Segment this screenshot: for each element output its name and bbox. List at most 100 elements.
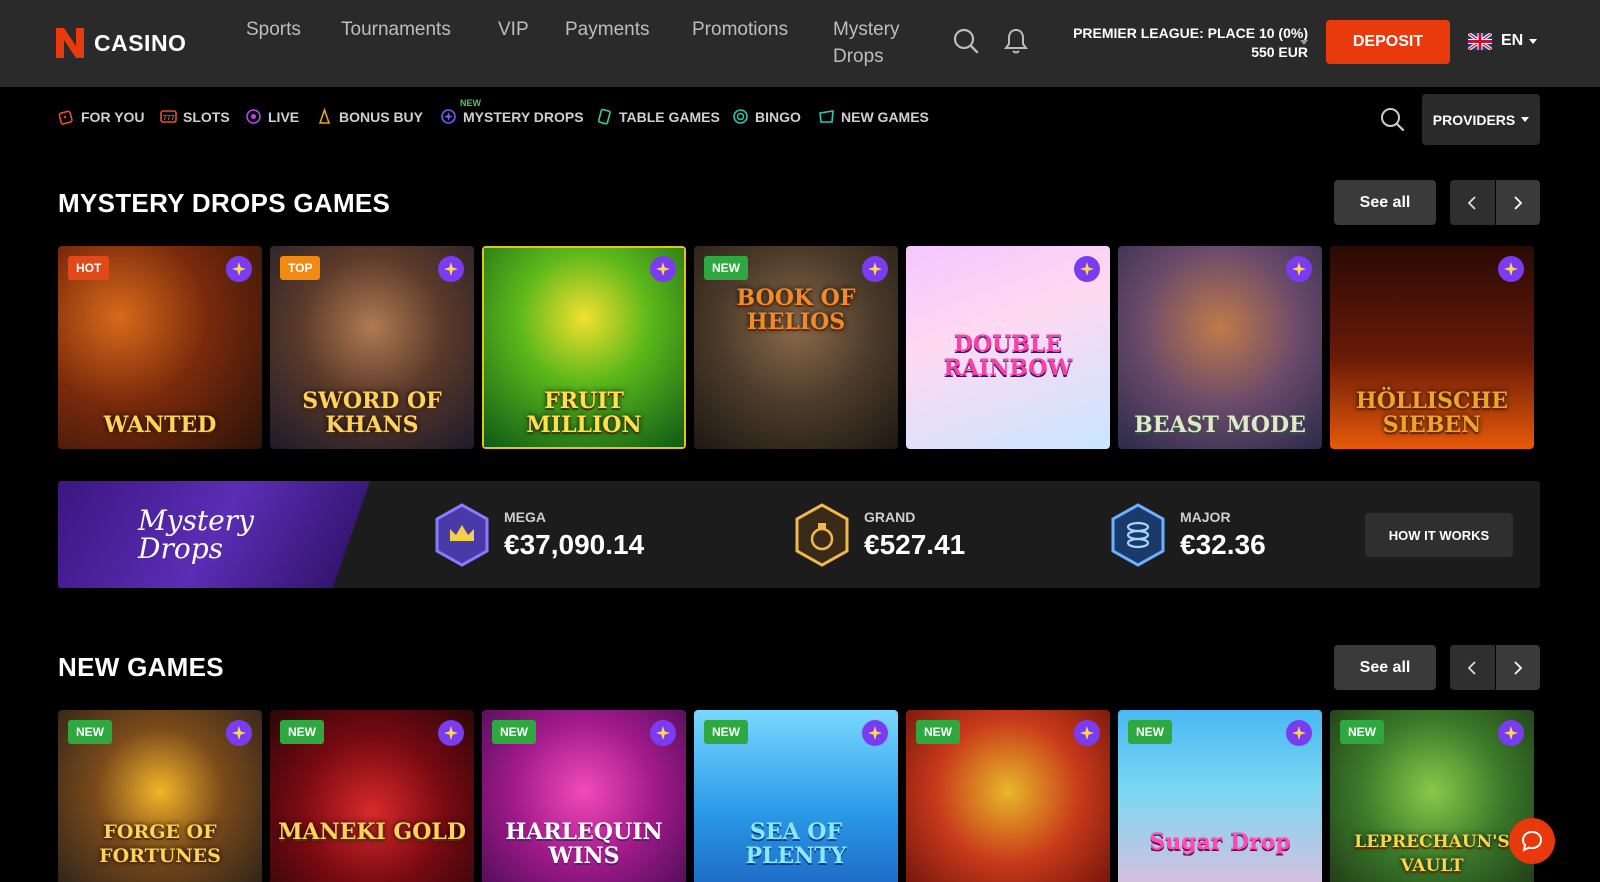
jackpot-label: MEGA bbox=[504, 509, 546, 525]
top-header: CASINO Sports Tournaments VIP Payments P… bbox=[0, 0, 1600, 87]
jackpot-label: MAJOR bbox=[1180, 509, 1231, 525]
mystery-star-icon bbox=[650, 720, 676, 746]
new-games-row: NEW FORGE OF FORTUNES NEW MANEKI GOLD NE… bbox=[58, 710, 1534, 882]
svg-text:777: 777 bbox=[163, 115, 175, 122]
dice-icon bbox=[58, 110, 73, 125]
nav-payments[interactable]: Payments bbox=[565, 16, 649, 43]
carousel-next-button[interactable] bbox=[1495, 180, 1540, 225]
chevron-down-icon bbox=[1521, 117, 1530, 122]
nav-mystery-drops[interactable]: Mystery Drops bbox=[833, 16, 913, 70]
chevron-down-icon bbox=[1529, 38, 1538, 44]
game-tile[interactable]: DOUBLE RAINBOW bbox=[906, 246, 1110, 449]
mystery-star-icon bbox=[226, 256, 252, 282]
new-badge: NEW bbox=[704, 720, 748, 744]
bell-icon[interactable] bbox=[1004, 27, 1028, 60]
game-tile[interactable]: TOP SWORD OF KHANS bbox=[270, 246, 474, 449]
top-badge: TOP bbox=[280, 256, 321, 280]
game-title: SWORD OF KHANS bbox=[302, 388, 442, 438]
category-table-games[interactable]: TABLE GAMES bbox=[596, 108, 720, 125]
jackpot-amount: €37,090.14 bbox=[504, 529, 645, 560]
game-tile[interactable]: NEW HARLEQUIN WINS bbox=[482, 710, 686, 882]
live-chat-button[interactable] bbox=[1509, 818, 1555, 864]
category-bingo[interactable]: BINGO bbox=[732, 108, 801, 125]
category-slots[interactable]: 777 SLOTS bbox=[160, 108, 230, 125]
game-tile[interactable]: NEW LEPRECHAUN'S VAULT bbox=[1330, 710, 1534, 882]
carousel-prev-button[interactable] bbox=[1450, 180, 1495, 225]
game-tile[interactable]: BEAST MODE bbox=[1118, 246, 1322, 449]
language-code: EN bbox=[1501, 32, 1524, 49]
league-chevron-down-icon[interactable] bbox=[1300, 40, 1308, 45]
game-title: Sugar Drop bbox=[1149, 829, 1291, 855]
game-tile[interactable]: FRUIT MILLION bbox=[482, 246, 686, 449]
chevron-right-icon bbox=[1514, 660, 1523, 675]
mystery-drops-jackpot-banner: Mystery Drops MEGA €37,090.14 GRAND €527… bbox=[58, 481, 1540, 588]
game-tile[interactable]: HOT WANTED bbox=[58, 246, 262, 449]
game-title: SEA OF PLENTY bbox=[745, 819, 847, 869]
new-badge: NEW bbox=[1340, 720, 1384, 744]
game-title: FORGE OF FORTUNES bbox=[99, 821, 221, 867]
deposit-button[interactable]: DEPOSIT bbox=[1326, 20, 1450, 64]
game-tile[interactable]: NEW Sugar Drop bbox=[1118, 710, 1322, 882]
slot-machine-icon: 777 bbox=[160, 110, 177, 123]
mystery-star-icon bbox=[226, 720, 252, 746]
game-title: HÖLLISCHE SIEBEN bbox=[1355, 388, 1509, 438]
see-all-new-games-button[interactable]: See all bbox=[1334, 645, 1436, 690]
mystery-star-icon bbox=[862, 720, 888, 746]
how-it-works-button[interactable]: HOW IT WORKS bbox=[1365, 513, 1513, 557]
casino-logo[interactable]: CASINO bbox=[54, 26, 186, 60]
game-tile[interactable]: NEW FORGE OF FORTUNES bbox=[58, 710, 262, 882]
game-title: WANTED bbox=[103, 412, 217, 438]
search-icon[interactable] bbox=[953, 28, 979, 59]
jackpot-mega: MEGA €37,090.14 bbox=[434, 503, 644, 567]
game-title: LEPRECHAUN'S VAULT bbox=[1354, 832, 1510, 876]
mystery-drops-promo-image[interactable]: Mystery Drops bbox=[58, 481, 370, 588]
carousel-next-button[interactable] bbox=[1495, 645, 1540, 690]
chevron-right-icon bbox=[1514, 195, 1523, 210]
game-tile[interactable]: HÖLLISCHE SIEBEN bbox=[1330, 246, 1534, 449]
category-for-you[interactable]: FOR YOU bbox=[58, 108, 145, 125]
mystery-star-icon bbox=[650, 256, 676, 282]
category-mystery-drops[interactable]: MYSTERY DROPS bbox=[440, 108, 584, 125]
grand-potion-shield-icon bbox=[795, 503, 849, 567]
nav-vip[interactable]: VIP bbox=[498, 16, 529, 43]
game-search-icon[interactable] bbox=[1380, 107, 1405, 137]
game-title: BEAST MODE bbox=[1134, 412, 1306, 438]
new-games-icon bbox=[819, 110, 834, 123]
jackpot-amount: €527.41 bbox=[864, 529, 966, 560]
bonus-icon bbox=[318, 108, 331, 124]
see-all-mystery-button[interactable]: See all bbox=[1334, 180, 1436, 225]
carousel-prev-button[interactable] bbox=[1450, 645, 1495, 690]
language-selector[interactable]: EN bbox=[1468, 32, 1538, 50]
bingo-ball-icon bbox=[733, 109, 748, 124]
category-live[interactable]: LIVE bbox=[245, 108, 299, 125]
league-rank: PREMIER LEAGUE: PLACE 10 (0%) bbox=[1073, 25, 1308, 41]
category-new-games[interactable]: NEW GAMES bbox=[818, 108, 929, 125]
mystery-star-icon bbox=[438, 256, 464, 282]
chevron-left-icon bbox=[1467, 660, 1476, 675]
new-badge: NEW bbox=[280, 720, 324, 744]
uk-flag-icon bbox=[1468, 32, 1492, 50]
league-balance: 550 EUR bbox=[1251, 44, 1308, 60]
nav-promotions[interactable]: Promotions bbox=[692, 16, 788, 43]
major-coins-shield-icon bbox=[1111, 503, 1165, 567]
game-tile[interactable]: NEW bbox=[906, 710, 1110, 882]
league-status[interactable]: PREMIER LEAGUE: PLACE 10 (0%) 550 EUR bbox=[1073, 24, 1308, 62]
game-title: BOOK OF HELIOS bbox=[736, 285, 856, 335]
mega-crown-shield-icon bbox=[435, 503, 489, 567]
game-tile[interactable]: NEW BOOK OF HELIOS bbox=[694, 246, 898, 449]
chat-bubble-icon bbox=[1521, 830, 1543, 852]
mystery-star-icon bbox=[1286, 720, 1312, 746]
game-tile[interactable]: NEW SEA OF PLENTY bbox=[694, 710, 898, 882]
new-badge: NEW bbox=[68, 720, 112, 744]
category-bonus-buy[interactable]: BONUS BUY bbox=[316, 108, 423, 125]
jackpot-grand: GRAND €527.41 bbox=[794, 503, 965, 567]
live-chip-icon bbox=[246, 109, 261, 124]
hot-badge: HOT bbox=[68, 256, 110, 280]
nav-sports[interactable]: Sports bbox=[246, 16, 301, 43]
game-tile[interactable]: NEW MANEKI GOLD bbox=[270, 710, 474, 882]
game-title: DOUBLE RAINBOW bbox=[943, 331, 1073, 381]
nav-tournaments[interactable]: Tournaments bbox=[341, 16, 451, 43]
mystery-star-icon bbox=[1074, 256, 1100, 282]
providers-dropdown[interactable]: PROVIDERS bbox=[1422, 94, 1540, 145]
mystery-star-icon bbox=[1498, 256, 1524, 282]
